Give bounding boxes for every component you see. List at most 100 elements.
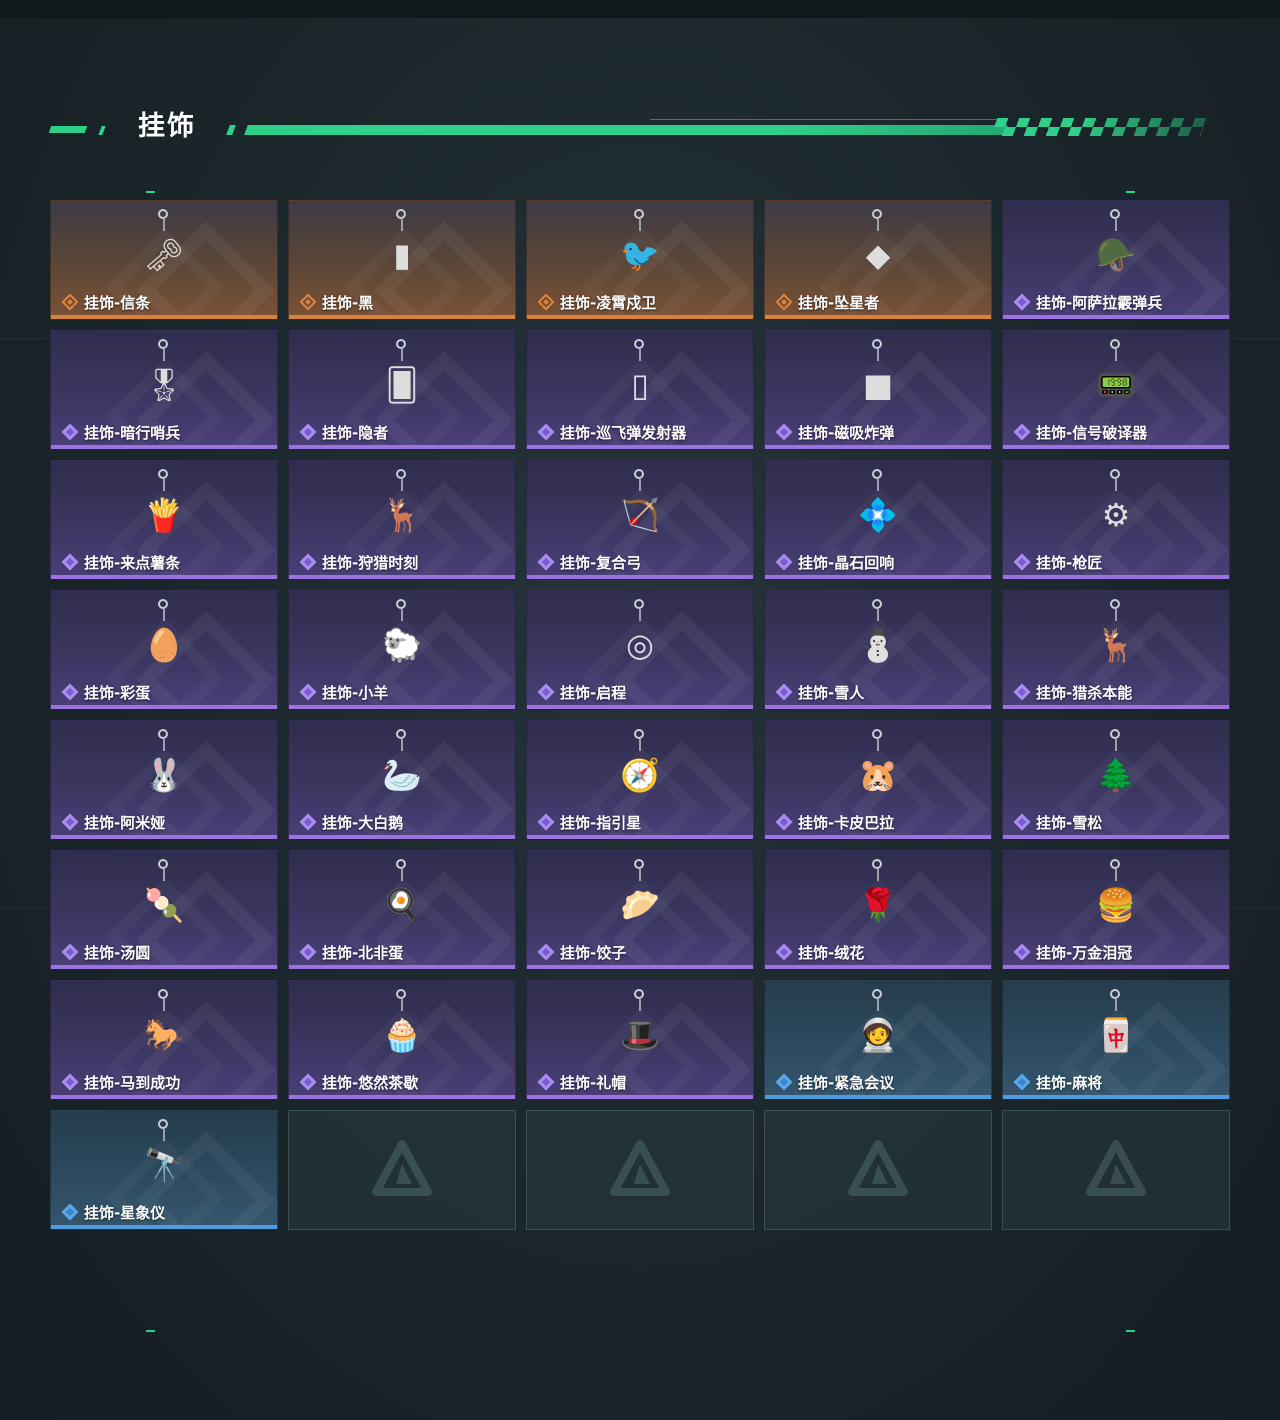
pendant-icon: 🦢 [382, 756, 422, 794]
pendant-name: 挂饰-卡皮巴拉 [798, 813, 895, 832]
rarity-bar [51, 835, 277, 839]
rarity-bar [765, 835, 991, 839]
pendant-card[interactable]: 🍡 挂饰-汤圆 [50, 850, 278, 970]
pendant-name: 挂饰-绒花 [798, 943, 865, 962]
rarity-diamond-icon [61, 1073, 79, 1091]
pendant-card[interactable]: 🂠 挂饰-隐者 [288, 330, 516, 450]
rarity-bar [1003, 705, 1229, 709]
corner-mark [1126, 191, 1135, 193]
header-dash [48, 126, 88, 133]
pendant-card[interactable]: 🐑 挂饰-小羊 [288, 590, 516, 710]
keyring-icon [872, 209, 882, 219]
pendant-name: 挂饰-雪松 [1036, 813, 1103, 832]
pendant-label: 挂饰-星象仪 [61, 1202, 165, 1222]
pendant-card[interactable]: ◆ 挂饰-坠星者 [764, 200, 992, 320]
pendant-icon: 💠 [858, 496, 898, 534]
pendant-card[interactable]: 🏹 挂饰-复合弓 [526, 460, 754, 580]
rarity-bar [765, 315, 991, 319]
pendant-icon: 🍳 [382, 886, 422, 924]
corner-mark [146, 191, 155, 193]
pendant-card[interactable]: 🍳 挂饰-北非蛋 [288, 850, 516, 970]
bg-line [1230, 908, 1280, 909]
pendant-card[interactable]: 🦌 挂饰-猎杀本能 [1002, 590, 1230, 710]
pendant-card[interactable]: 💠 挂饰-晶石回响 [764, 460, 992, 580]
pendant-card[interactable]: 🐹 挂饰-卡皮巴拉 [764, 720, 992, 840]
pendant-icon: 🥟 [620, 886, 660, 924]
pendant-card[interactable]: ◎ 挂饰-启程 [526, 590, 754, 710]
pendant-card[interactable]: ⚙ 挂饰-枪匠 [1002, 460, 1230, 580]
keyring-icon [634, 339, 644, 349]
pendant-card[interactable]: ■ 挂饰-磁吸炸弹 [764, 330, 992, 450]
corner-mark [1126, 1330, 1135, 1332]
header-thin-line [650, 119, 1000, 120]
pendant-icon: 📟 [1096, 366, 1136, 404]
rarity-bar [1003, 965, 1229, 969]
rarity-diamond-icon [61, 553, 79, 571]
pendant-icon: 🐰 [144, 756, 184, 794]
rarity-bar [289, 315, 515, 319]
pendant-card[interactable]: 🧑‍🚀 挂饰-紧急会议 [764, 980, 992, 1100]
pendant-label: 挂饰-紧急会议 [775, 1072, 894, 1092]
pendant-card[interactable]: 🐰 挂饰-阿米娅 [50, 720, 278, 840]
pendant-icon: 🧭 [620, 756, 660, 794]
pendant-icon: ◎ [626, 626, 654, 664]
pendant-name: 挂饰-坠星者 [798, 293, 880, 312]
pendant-name: 挂饰-复合弓 [560, 553, 642, 572]
keyring-icon [1110, 989, 1120, 999]
pendant-card[interactable]: 🐦 挂饰-凌霄戍卫 [526, 200, 754, 320]
keyring-icon [158, 339, 168, 349]
keyring-icon [1110, 729, 1120, 739]
pendant-card[interactable]: 🌹 挂饰-绒花 [764, 850, 992, 970]
rarity-diamond-icon [1013, 1073, 1031, 1091]
pendant-card[interactable]: 🪖 挂饰-阿萨拉霰弹兵 [1002, 200, 1230, 320]
rarity-bar [289, 445, 515, 449]
rarity-diamond-icon [775, 683, 793, 701]
pendant-card[interactable]: 🥟 挂饰-饺子 [526, 850, 754, 970]
rarity-bar [527, 1095, 753, 1099]
keyring-icon [634, 209, 644, 219]
pendant-name: 挂饰-万金泪冠 [1036, 943, 1133, 962]
pendant-card[interactable]: 🍟 挂饰-来点薯条 [50, 460, 278, 580]
pendant-card[interactable]: 📟 挂饰-信号破译器 [1002, 330, 1230, 450]
pendant-label: 挂饰-晶石回响 [775, 552, 894, 572]
pendant-card[interactable]: 🌲 挂饰-雪松 [1002, 720, 1230, 840]
pendant-card[interactable]: 🧭 挂饰-指引星 [526, 720, 754, 840]
pendant-label: 挂饰-狩猎时刻 [299, 552, 418, 572]
pendant-icon: 🎖 [143, 366, 185, 404]
bg-line [0, 908, 50, 909]
pendant-name: 挂饰-礼帽 [560, 1073, 627, 1092]
pendant-card[interactable]: 🎩 挂饰-礼帽 [526, 980, 754, 1100]
pendant-card[interactable]: 🎖 挂饰-暗行哨兵 [50, 330, 278, 450]
pendant-card[interactable]: 🀄 挂饰-麻将 [1002, 980, 1230, 1100]
pendant-icon: 🐎 [144, 1016, 184, 1054]
keyring-icon [396, 599, 406, 609]
pendant-card[interactable]: ⛄ 挂饰-雪人 [764, 590, 992, 710]
pendant-card[interactable]: 🧁 挂饰-悠然茶歇 [288, 980, 516, 1100]
rarity-diamond-icon [61, 423, 79, 441]
rarity-diamond-icon [61, 1203, 79, 1221]
pendant-card[interactable]: ▮ 挂饰-黑 [288, 200, 516, 320]
pendant-label: 挂饰-信号破译器 [1013, 422, 1147, 442]
pendant-name: 挂饰-来点薯条 [84, 553, 181, 572]
pendant-card[interactable]: 🥚 挂饰-彩蛋 [50, 590, 278, 710]
rarity-bar [289, 965, 515, 969]
rarity-diamond-icon [61, 293, 79, 311]
pendant-label: 挂饰-北非蛋 [299, 942, 403, 962]
pendant-icon: 🧑‍🚀 [858, 1016, 898, 1054]
pendant-card[interactable]: 🦌 挂饰-狩猎时刻 [288, 460, 516, 580]
pendant-card[interactable]: ▯ 挂饰-巡飞弹发射器 [526, 330, 754, 450]
pendant-card[interactable]: 🦢 挂饰-大白鹅 [288, 720, 516, 840]
section-header: 挂饰 [48, 108, 1208, 148]
rarity-diamond-icon [61, 943, 79, 961]
pendant-name: 挂饰-黑 [322, 293, 374, 312]
keyring-icon [158, 729, 168, 739]
pendant-card[interactable]: 🍔 挂饰-万金泪冠 [1002, 850, 1230, 970]
pendant-card[interactable]: 🔭 挂饰-星象仪 [50, 1110, 278, 1230]
pendant-label: 挂饰-暗行哨兵 [61, 422, 180, 442]
logo-watermark-icon [372, 1140, 432, 1196]
pendant-label: 挂饰-雪人 [775, 682, 864, 702]
pendant-card[interactable]: 🗝 挂饰-信条 [50, 200, 278, 320]
pendant-card[interactable]: 🐎 挂饰-马到成功 [50, 980, 278, 1100]
rarity-diamond-icon [1013, 553, 1031, 571]
pendant-name: 挂饰-信号破译器 [1036, 423, 1148, 442]
